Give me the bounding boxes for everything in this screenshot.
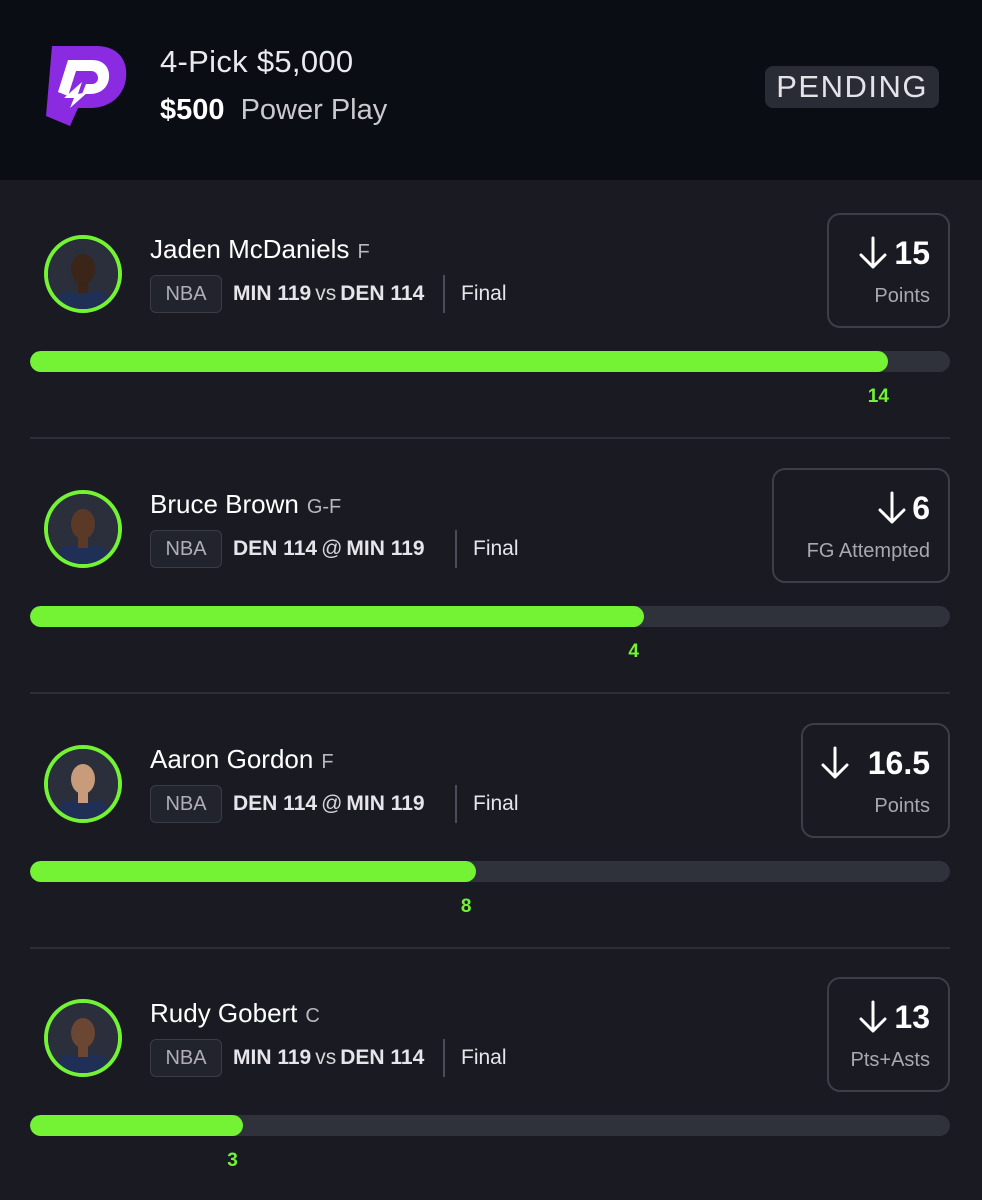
league-badge: NBA [150,275,222,313]
player-name-text: Bruce Brown [150,489,299,519]
player-avatar [44,745,122,823]
opponent-score: DEN 114 [340,282,425,305]
progress-fill [30,606,644,627]
matchup-divider [443,275,445,313]
pick-row[interactable]: Bruce Brown G-F NBA DEN 114 @ MIN 119 Final 6 FG… [0,468,982,723]
team-score: MIN 119 [233,1046,312,1069]
progress-fill [30,351,889,372]
matchup: MIN 119 vs DEN 114 [233,282,424,306]
projection-line: 15 [894,235,930,271]
row-divider [30,437,950,439]
game-status: Final [473,792,519,815]
matchup-divider [443,1039,445,1077]
stat-type: FG Attempted [806,540,930,562]
down-arrow-icon [859,236,887,269]
matchup-separator: @ [321,537,343,560]
player-position: F [357,241,370,263]
projection-box[interactable]: 13 Pts+Asts [827,977,950,1092]
player-name: Bruce Brown G-F [150,489,341,520]
player-name: Rudy Gobert C [150,998,320,1029]
player-name: Aaron Gordon F [150,744,334,775]
stat-type: Points [874,285,930,307]
matchup-divider [455,785,457,823]
player-name: Jaden McDaniels F [150,234,370,265]
projection-box[interactable]: 16.5 Points [801,723,950,838]
matchup-separator: vs [315,282,337,305]
matchup: MIN 119 vs DEN 114 [233,1046,424,1070]
matchup-separator: vs [315,1046,337,1069]
matchup: DEN 114 @ MIN 119 [233,537,425,561]
player-name-text: Jaden McDaniels [150,234,350,264]
progress-track [30,861,950,882]
progress-fill [30,861,477,882]
progress-track [30,606,950,627]
stat-type: Points [874,795,930,817]
player-position: F [321,751,334,773]
player-name-text: Rudy Gobert [150,998,298,1028]
app-logo-icon [38,36,130,128]
game-status: Final [473,537,519,560]
progress-track [30,1115,950,1136]
actual-value: 8 [460,896,472,917]
opponent-score: DEN 114 [340,1046,425,1069]
pick-row[interactable]: Jaden McDaniels F NBA MIN 119 vs DEN 114 Final… [0,213,982,468]
status-badge: PENDING [765,66,939,108]
entry-subtitle: $500 Power Play [160,94,387,127]
league-badge: NBA [150,785,222,823]
team-score: MIN 119 [233,282,312,305]
down-arrow-icon [821,746,849,779]
matchup-divider [455,530,457,568]
stat-type: Pts+Asts [850,1049,930,1071]
matchup: DEN 114 @ MIN 119 [233,792,425,816]
projection-line: 16.5 [867,745,930,781]
projection-line: 6 [912,490,930,526]
entry-amount: $500 [160,94,225,126]
player-avatar [44,235,122,313]
team-score: DEN 114 [233,792,318,815]
team-score: DEN 114 [233,537,318,560]
projection-box[interactable]: 6 FG Attempted [772,468,950,583]
actual-value: 14 [867,386,889,407]
game-status: Final [461,1046,507,1069]
down-arrow-icon [859,1000,887,1033]
entry-title: 4-Pick $5,000 [160,44,354,79]
projection-line: 13 [894,999,930,1035]
league-badge: NBA [150,1039,222,1077]
row-divider [30,692,950,694]
opponent-score: MIN 119 [346,537,425,560]
row-divider [30,947,950,949]
down-arrow-icon [878,491,906,524]
league-badge: NBA [150,530,222,568]
matchup-separator: @ [321,792,343,815]
entry-header: 4-Pick $5,000 $500 Power Play PENDING [0,0,982,180]
player-avatar [44,999,122,1077]
play-type: Power Play [240,94,388,126]
player-avatar [44,490,122,568]
pick-row[interactable]: Rudy Gobert C NBA MIN 119 vs DEN 114 Final 13 Pt… [0,977,982,1200]
player-name-text: Aaron Gordon [150,744,314,774]
opponent-score: MIN 119 [346,792,425,815]
projection-box[interactable]: 15 Points [827,213,950,328]
pick-row[interactable]: Aaron Gordon F NBA DEN 114 @ MIN 119 Final 16.5… [0,723,982,978]
actual-value: 4 [628,641,639,662]
actual-value: 3 [227,1150,238,1171]
game-status: Final [461,282,507,305]
player-position: G-F [306,496,342,518]
progress-track [30,351,950,372]
player-position: C [305,1005,320,1027]
progress-fill [30,1115,243,1136]
